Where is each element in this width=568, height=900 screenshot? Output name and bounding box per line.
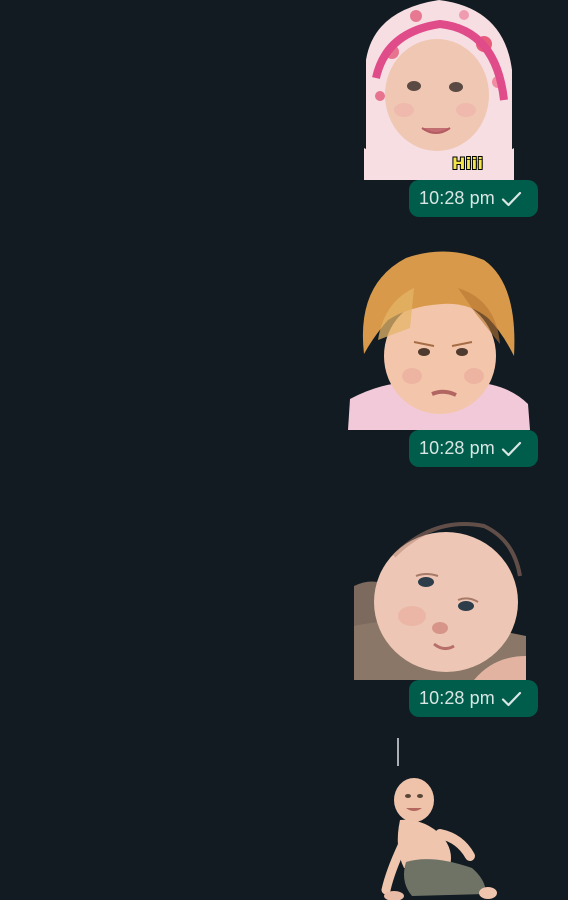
message-time: 10:28 pm (419, 438, 495, 458)
single-check-icon (501, 440, 522, 458)
sticker-baby-in-hood-image (364, 0, 514, 180)
message-2-timestamp-bubble: 10:28 pm (409, 430, 538, 467)
message-time: 10:28 pm (419, 188, 495, 208)
message-3-timestamp-bubble: 10:28 pm (409, 680, 538, 717)
sticker-newborn-lying[interactable] (354, 516, 526, 680)
message-time: 10:28 pm (419, 688, 495, 708)
chat-messages-area[interactable]: Hiii 10:28 pm 10:28 pm 10:28 pm (0, 0, 568, 900)
sticker-blond-baby-frowning[interactable] (348, 244, 530, 430)
sticker-newborn-lying-image (354, 522, 526, 680)
sticker-blond-baby-frowning-image (348, 251, 530, 430)
sticker-sitting-baby-crying[interactable] (376, 738, 498, 900)
message-1-timestamp-bubble: 10:28 pm (409, 180, 538, 217)
sticker-caption-text: Hiii (452, 154, 484, 173)
single-check-icon (501, 190, 522, 208)
sticker-baby-in-hood[interactable]: Hiii (364, 0, 514, 180)
single-check-icon (501, 690, 522, 708)
sticker-sitting-baby-crying-image (381, 738, 497, 900)
